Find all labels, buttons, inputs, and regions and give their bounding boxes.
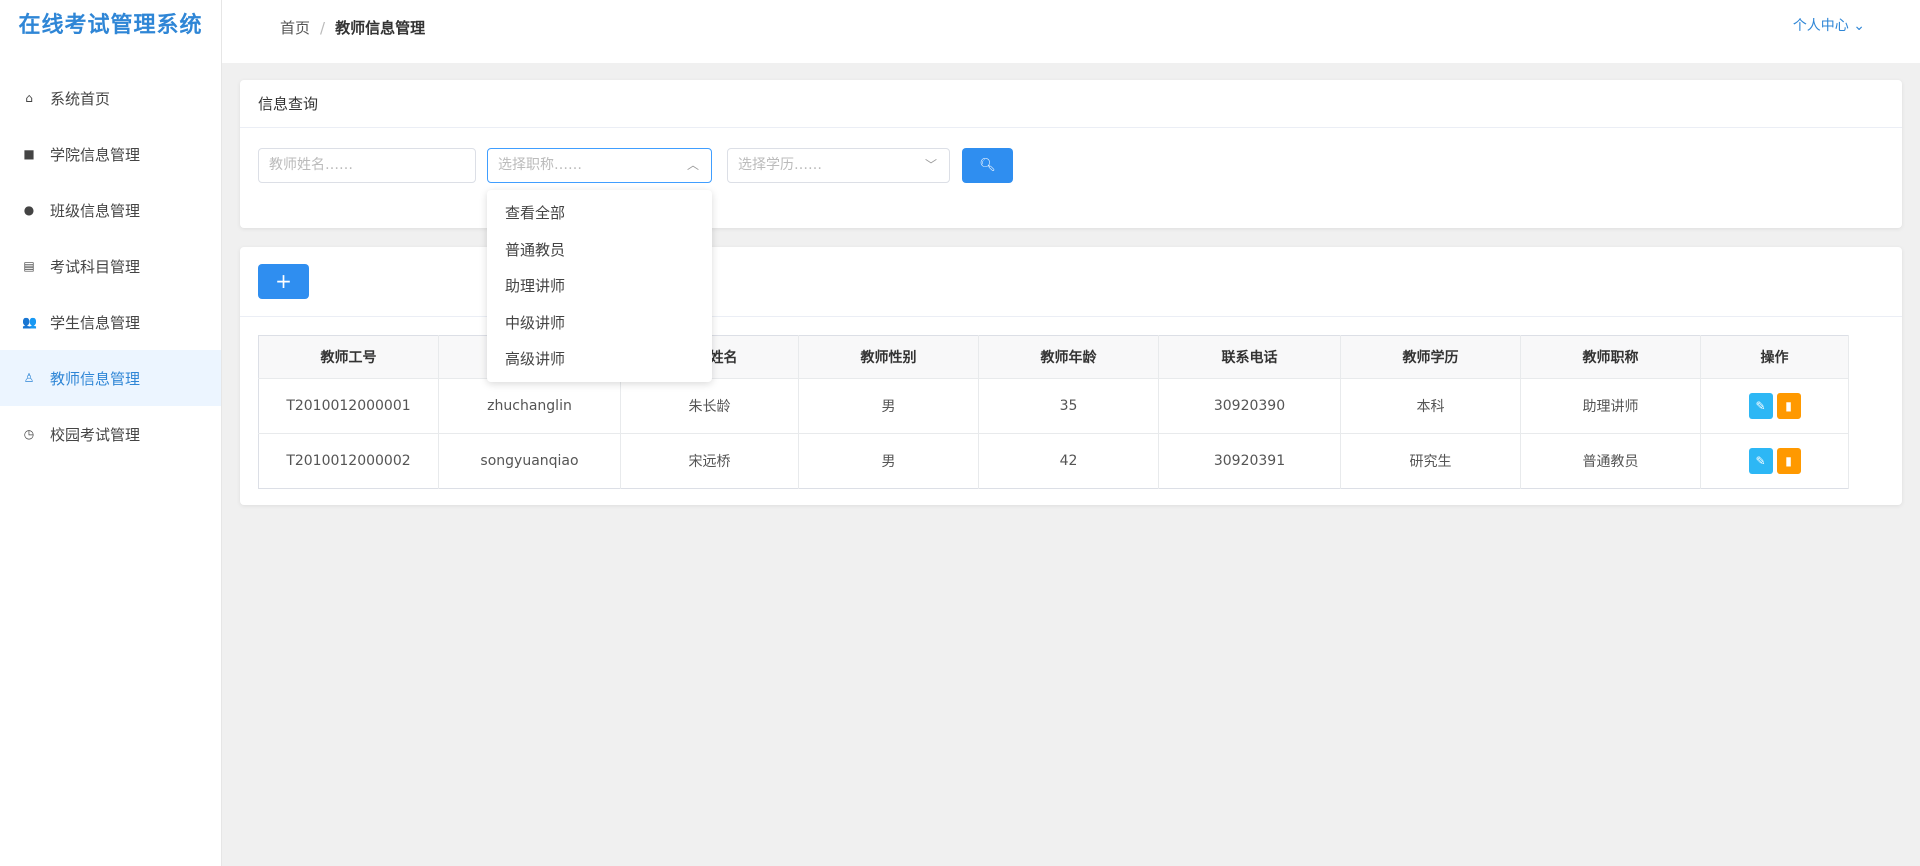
cell-phone: 30920390 xyxy=(1158,378,1341,434)
cell-age: 35 xyxy=(978,378,1159,434)
dropdown-option[interactable]: 中级讲师 xyxy=(487,305,712,342)
education-select[interactable]: 选择学历…… ﹀ xyxy=(727,148,950,183)
title-select-placeholder: 选择职称…… xyxy=(498,157,582,173)
edit-button[interactable]: ✎ xyxy=(1748,393,1773,419)
column-header[interactable]: 教师学历 xyxy=(1340,335,1521,379)
chevron-up-icon: ︿ xyxy=(686,158,699,172)
sidebar: 在线考试管理系统 ⌂ 系统首页 ■ 学院信息管理 ● 班级信息管理 ▤ 考试科目管理 👥… xyxy=(0,0,222,866)
college-icon: ■ xyxy=(23,147,35,161)
cell-phone: 30920391 xyxy=(1158,433,1341,489)
trash-icon: ▮ xyxy=(1785,399,1792,413)
breadcrumb-separator: / xyxy=(320,19,326,37)
delete-button[interactable]: ▮ xyxy=(1776,393,1801,419)
breadcrumb-home[interactable]: 首页 xyxy=(280,19,310,37)
sidebar-item-label: 系统首页 xyxy=(50,89,111,108)
cell-title: 助理讲师 xyxy=(1520,378,1701,434)
cell-name: 宋远桥 xyxy=(620,433,799,489)
query-card-title: 信息查询 xyxy=(240,80,1902,128)
table-row: T2010012000002 songyuanqiao 宋远桥 男 42 309… xyxy=(258,433,1849,489)
title-dropdown: 查看全部 普通教员 助理讲师 中级讲师 高级讲师 xyxy=(487,190,712,382)
cell-actions: ✎ ▮ xyxy=(1700,433,1849,489)
table-row: T2010012000001 zhuchanglin 朱长龄 男 35 3092… xyxy=(258,378,1849,434)
sidebar-item-label: 考试科目管理 xyxy=(50,257,141,276)
column-header[interactable]: 教师职称 xyxy=(1520,335,1701,379)
search-button[interactable]: 🔍︎ xyxy=(962,148,1013,183)
education-select-placeholder: 选择学历…… xyxy=(738,157,822,173)
chevron-down-icon: ⌄ xyxy=(1853,18,1865,34)
search-icon: 🔍︎ xyxy=(979,158,996,173)
column-header[interactable]: 教师工号 xyxy=(258,335,439,379)
dropdown-option[interactable]: 助理讲师 xyxy=(487,268,712,305)
sidebar-item-home[interactable]: ⌂ 系统首页 xyxy=(0,70,221,126)
trash-icon: ▮ xyxy=(1785,454,1792,468)
dropdown-option[interactable]: 高级讲师 xyxy=(487,341,712,378)
breadcrumb: 首页 / 教师信息管理 xyxy=(280,17,425,38)
sidebar-item-college[interactable]: ■ 学院信息管理 xyxy=(0,126,221,182)
pencil-icon: ✎ xyxy=(1755,454,1766,468)
clock-icon: ◷ xyxy=(23,427,35,441)
sidebar-item-teacher[interactable]: ♙ 教师信息管理 xyxy=(0,350,221,406)
column-header[interactable]: 联系电话 xyxy=(1158,335,1341,379)
cell-age: 42 xyxy=(978,433,1159,489)
column-header[interactable]: 教师性别 xyxy=(798,335,979,379)
add-teacher-button[interactable]: + xyxy=(258,264,309,299)
teacher-name-input[interactable]: 教师姓名…… xyxy=(258,148,476,183)
cell-gender: 男 xyxy=(798,378,979,434)
column-header[interactable]: 教师年龄 xyxy=(978,335,1159,379)
breadcrumb-current: 教师信息管理 xyxy=(335,19,426,37)
sidebar-menu: ⌂ 系统首页 ■ 学院信息管理 ● 班级信息管理 ▤ 考试科目管理 👥 学生信息管理 ♙ 教… xyxy=(0,70,221,462)
sidebar-item-class[interactable]: ● 班级信息管理 xyxy=(0,182,221,238)
app-logo: 在线考试管理系统 xyxy=(18,13,203,38)
home-icon: ⌂ xyxy=(25,91,33,105)
sidebar-item-label: 学院信息管理 xyxy=(50,145,141,164)
cell-actions: ✎ ▮ xyxy=(1700,378,1849,434)
title-select[interactable]: 选择职称…… ︿ xyxy=(487,148,712,183)
sidebar-item-label: 学生信息管理 xyxy=(50,313,141,332)
sidebar-item-students[interactable]: 👥 学生信息管理 xyxy=(0,294,221,350)
sidebar-item-label: 班级信息管理 xyxy=(50,201,141,220)
dropdown-option[interactable]: 查看全部 xyxy=(487,195,712,232)
pencil-icon: ✎ xyxy=(1755,399,1766,413)
user-menu-label: 个人中心 xyxy=(1792,18,1849,34)
delete-button[interactable]: ▮ xyxy=(1776,448,1801,474)
sidebar-item-label: 教师信息管理 xyxy=(50,369,141,388)
cell-id: T2010012000001 xyxy=(258,378,439,434)
sidebar-item-label: 校园考试管理 xyxy=(50,425,141,444)
sidebar-item-subject[interactable]: ▤ 考试科目管理 xyxy=(0,238,221,294)
column-header: 操作 xyxy=(1700,335,1849,379)
subject-icon: ▤ xyxy=(23,259,35,273)
edit-button[interactable]: ✎ xyxy=(1748,448,1773,474)
cell-title: 普通教员 xyxy=(1520,433,1701,489)
cell-gender: 男 xyxy=(798,433,979,489)
class-icon: ● xyxy=(23,203,35,217)
cell-education: 本科 xyxy=(1340,378,1521,434)
cell-id: T2010012000002 xyxy=(258,433,439,489)
top-header: 首页 / 教师信息管理 个人中心 ⌄ xyxy=(222,0,1920,63)
sidebar-item-exam[interactable]: ◷ 校园考试管理 xyxy=(0,406,221,462)
chevron-down-icon: ﹀ xyxy=(924,158,937,172)
cell-account: songyuanqiao xyxy=(438,433,621,489)
teacher-icon: ♙ xyxy=(23,371,35,385)
user-menu[interactable]: 个人中心 ⌄ xyxy=(1793,15,1865,35)
cell-education: 研究生 xyxy=(1340,433,1521,489)
cell-account: zhuchanglin xyxy=(438,378,621,434)
cell-name: 朱长龄 xyxy=(620,378,799,434)
students-icon: 👥 xyxy=(22,315,37,329)
dropdown-option[interactable]: 普通教员 xyxy=(487,232,712,269)
